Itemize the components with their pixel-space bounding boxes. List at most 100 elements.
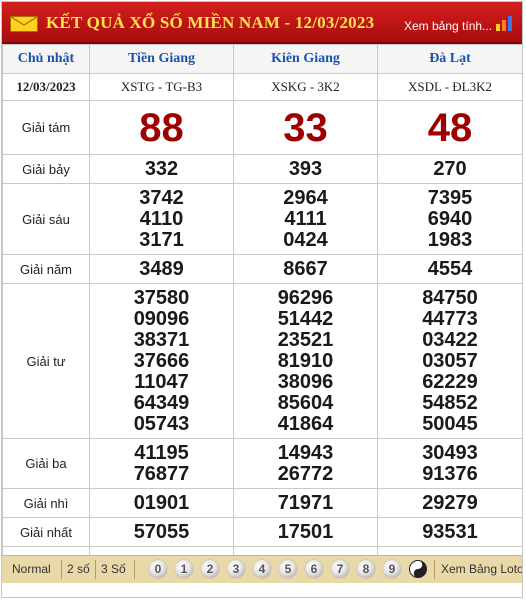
prize-numbers-cell: 93531	[377, 517, 522, 547]
prize-numbers-cell: 41195 76877	[89, 438, 234, 489]
prize-numbers-cell: 3489	[89, 254, 234, 284]
digit-ball-9[interactable]: 9	[383, 560, 401, 578]
prize-numbers-cell: 37580 09096 38371 37666 11047 64349 05743	[89, 283, 234, 439]
winning-number: 38096	[277, 370, 334, 393]
winning-number: 48	[427, 105, 473, 150]
prize-numbers-cell: 96296 51442 23521 81910 38096 85604 41864	[233, 283, 378, 439]
footer-divider	[434, 560, 435, 579]
province-code-row: 12/03/2023 XSTG - TG-B3 XSKG - 3K2 XSDL - Đ…	[2, 73, 522, 101]
digit-ball-7[interactable]: 7	[331, 560, 349, 578]
winning-number: 88	[139, 105, 184, 150]
winning-number: 4111	[284, 207, 327, 230]
winning-number: 41195	[134, 441, 189, 464]
digit-ball-8[interactable]: 8	[357, 560, 375, 578]
winning-number: 01901	[133, 491, 190, 514]
prize-numbers-cell: 270	[377, 154, 522, 184]
province-code-cell[interactable]: XSKG - 3K2	[233, 73, 378, 101]
province-name-cell[interactable]: Đà Lạt	[377, 44, 522, 74]
mode-2-digit-button[interactable]: 2 số	[67, 562, 90, 576]
footer-divider	[61, 560, 62, 579]
prize-label-cell: Giải bảy	[2, 154, 90, 184]
digit-ball-4[interactable]: 4	[253, 560, 271, 578]
winning-number: 3489	[139, 257, 184, 280]
winning-number: 84750	[422, 286, 478, 309]
results-header: KẾT QUẢ XỔ SỐ MIỀN NAM - 12/03/2023 Xem …	[2, 2, 522, 44]
prize-numbers-cell: 88	[89, 100, 234, 155]
results-title: KẾT QUẢ XỔ SỐ MIỀN NAM - 12/03/2023	[46, 13, 375, 32]
digit-ball-6[interactable]: 6	[305, 560, 323, 578]
prize-row: Giải nhì 01901 71971 29279	[2, 488, 522, 518]
prize-numbers-cell: 7395 6940 1983	[377, 183, 522, 255]
prize-row: Giải ba 41195 76877 14943 26772 30493 91376	[2, 438, 522, 489]
winning-number: 8667	[283, 257, 328, 280]
draw-date-cell: 12/03/2023	[2, 73, 90, 101]
winning-number: 51442	[277, 307, 334, 330]
prize-numbers-cell: 57055	[89, 517, 234, 547]
winning-number: 09096	[133, 307, 190, 330]
bar-chart-icon[interactable]	[494, 15, 514, 31]
winning-number: 30493	[422, 441, 478, 464]
winning-number: 05743	[133, 412, 190, 435]
winning-number: 91376	[422, 462, 478, 485]
footer-divider	[95, 560, 96, 579]
digit-ball-1[interactable]: 1	[175, 560, 193, 578]
province-name-cell[interactable]: Tiền Giang	[89, 44, 234, 74]
view-loto-table-link[interactable]: Xem Bảng Loto	[441, 562, 522, 576]
prize-numbers-cell: 84750 44773 03422 03057 62229 54852 50045	[377, 283, 522, 439]
prize-numbers-cell: 29279	[377, 488, 522, 518]
province-name-cell[interactable]: Kiên Giang	[233, 44, 378, 74]
prize-label-cell: Giải nhất	[2, 517, 90, 547]
digit-ball-2[interactable]: 2	[201, 560, 219, 578]
winning-number: 3742	[139, 186, 184, 209]
province-code-cell[interactable]: XSDL - ĐL3K2	[377, 73, 522, 101]
winning-number: 4554	[427, 257, 473, 280]
winning-number: 1983	[427, 228, 473, 251]
winning-number: 17501	[277, 520, 334, 543]
winning-number: 26772	[277, 462, 334, 485]
winning-number: 11047	[134, 370, 189, 393]
prize-label-cell: Giải tư	[2, 283, 90, 439]
prize-row: Giải tám 88 33 48	[2, 100, 522, 155]
prize-numbers-cell: 8667	[233, 254, 378, 284]
digit-ball-3[interactable]: 3	[227, 560, 245, 578]
prize-numbers-cell: 30493 91376	[377, 438, 522, 489]
winning-number: 0424	[283, 228, 328, 251]
mode-normal-button[interactable]: Normal	[12, 562, 51, 576]
winning-number: 64349	[133, 391, 190, 414]
view-spreadsheet-link[interactable]: Xem bảng tính...	[404, 19, 492, 33]
winning-number: 44773	[422, 307, 478, 330]
winning-number: 96296	[277, 286, 334, 309]
lottery-results-panel: KẾT QUẢ XỔ SỐ MIỀN NAM - 12/03/2023 Xem …	[1, 1, 523, 598]
prize-row: Giải năm 3489 8667 4554	[2, 254, 522, 284]
envelope-icon	[10, 16, 38, 32]
winning-number: 81910	[277, 349, 334, 372]
winning-number: 57055	[133, 520, 190, 543]
winning-number: 41864	[277, 412, 334, 435]
digit-ball-5[interactable]: 5	[279, 560, 297, 578]
winning-number: 23521	[277, 328, 334, 351]
digit-ball-0[interactable]: 0	[149, 560, 167, 578]
winning-number: 29279	[422, 491, 478, 514]
winning-number: 6940	[427, 207, 473, 230]
mode-3-digit-button[interactable]: 3 Số	[101, 562, 126, 576]
prize-numbers-cell: 14943 26772	[233, 438, 378, 489]
footer-toolbar: Normal 2 số 3 Số 0 1 2 3 4 5 6 7 8 9 Xem…	[2, 555, 522, 583]
yin-yang-icon[interactable]	[409, 560, 427, 578]
prize-row: Giải tư 37580 09096 38371 37666 11047 64349 057…	[2, 283, 522, 439]
winning-number: 270	[433, 157, 467, 180]
province-code-cell[interactable]: XSTG - TG-B3	[89, 73, 234, 101]
winning-number: 393	[288, 157, 323, 180]
prize-numbers-cell: 3742 4110 3171	[89, 183, 234, 255]
winning-number: 85604	[277, 391, 334, 414]
weekday-cell: Chủ nhật	[2, 44, 90, 74]
winning-number: 7395	[427, 186, 473, 209]
prize-label-cell: Giải ba	[2, 438, 90, 489]
winning-number: 03422	[422, 328, 478, 351]
prize-label-cell: Giải tám	[2, 100, 90, 155]
prize-row: Giải nhất 57055 17501 93531	[2, 517, 522, 547]
winning-number: 4110	[139, 207, 184, 230]
prize-label-cell: Giải năm	[2, 254, 90, 284]
prize-numbers-cell: 01901	[89, 488, 234, 518]
winning-number: 03057	[422, 349, 478, 372]
province-header-row: Chủ nhật Tiền Giang Kiên Giang Đà Lạt	[2, 44, 522, 74]
